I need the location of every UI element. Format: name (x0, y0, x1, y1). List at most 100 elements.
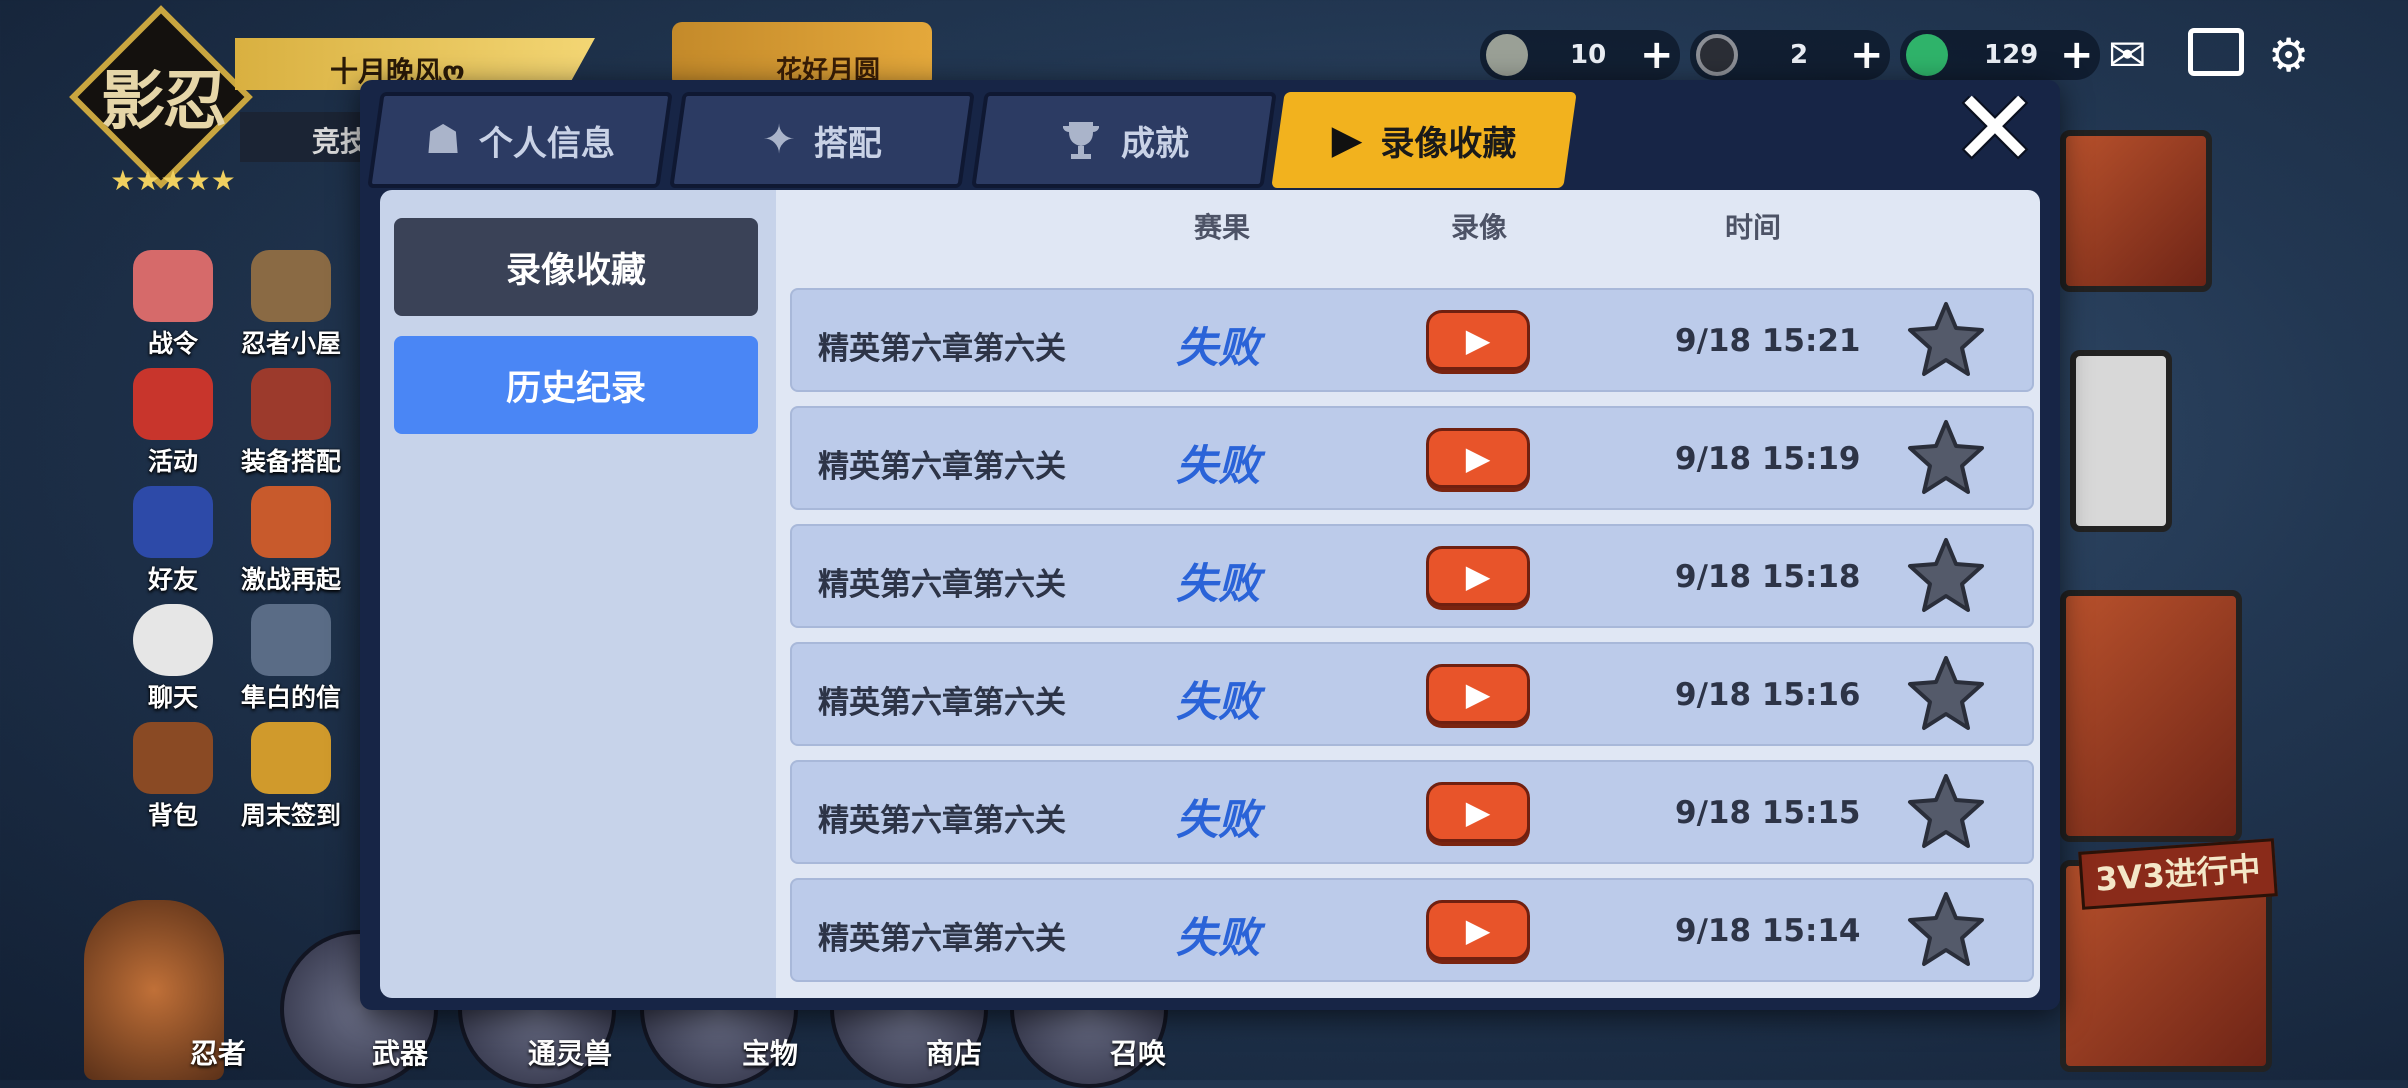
side-menu-friends[interactable]: 好友 (118, 486, 228, 596)
side-menu-label: 背包 (147, 801, 198, 830)
favorite-star-icon[interactable] (1904, 298, 1988, 382)
character-card[interactable] (2060, 130, 2212, 292)
stage-name: 精英第六章第六关 (818, 803, 1066, 839)
add-jade-button[interactable]: + (2060, 32, 2094, 78)
play-icon: ▶ (1465, 321, 1491, 359)
battle-pass-icon (133, 250, 213, 322)
backpack-icon (133, 722, 213, 794)
tab-loadout[interactable]: ✦ 搭配 (669, 92, 975, 188)
side-menu-label: 装备搭配 (240, 447, 341, 476)
play-replay-button[interactable]: ▶ (1426, 782, 1530, 842)
sidebar-item-history[interactable]: 历史纪录 (394, 336, 758, 434)
match-result: 失败 (1176, 559, 1261, 608)
match-time: 9/18 15:14 (1675, 913, 1861, 949)
resource-rice: 10 + (1480, 30, 1680, 80)
play-replay-button[interactable]: ▶ (1426, 546, 1530, 606)
temple-card[interactable] (2060, 590, 2242, 842)
favorite-star-icon[interactable] (1904, 534, 1988, 618)
close-button[interactable]: ✕ (1945, 76, 2045, 180)
favorite-star-icon[interactable] (1904, 652, 1988, 736)
profile-icon: ☗ (425, 117, 461, 163)
side-menu-ninja-house[interactable]: 忍者小屋 (236, 250, 346, 360)
sidebar-panel: 录像收藏 历史纪录 (380, 190, 776, 998)
tab-video-favorites[interactable]: ▶ 录像收藏 (1271, 92, 1577, 188)
bottom-nav-treasure[interactable]: 宝物 (742, 1032, 798, 1072)
column-header-result: 赛果 (1194, 211, 1251, 244)
side-menu-chat[interactable]: 聊天 (118, 604, 228, 714)
match-result: 失败 (1176, 441, 1261, 490)
bottom-nav-summon[interactable]: 召唤 (1110, 1032, 1166, 1072)
event-card[interactable] (2070, 350, 2172, 532)
play-replay-button[interactable]: ▶ (1426, 310, 1530, 370)
match-result: 失败 (1176, 913, 1261, 962)
logo-stars: ★★★★★ (110, 164, 236, 197)
trophy-icon (1063, 122, 1099, 159)
side-menu-battle-pass[interactable]: 战令 (118, 250, 228, 360)
tab-personal-info[interactable]: ☗ 个人信息 (367, 92, 673, 188)
side-menu-backpack[interactable]: 背包 (118, 722, 228, 832)
tab-label: 搭配 (813, 123, 882, 164)
settings-icon[interactable]: ⚙ (2268, 30, 2309, 80)
shop-icon[interactable] (2188, 28, 2244, 76)
side-menu-label: 活动 (147, 447, 198, 476)
play-replay-button[interactable]: ▶ (1426, 664, 1530, 724)
letter-icon (251, 604, 331, 676)
gift-icon (251, 722, 331, 794)
favorite-star-icon[interactable] (1904, 770, 1988, 854)
table-row: 精英第六章第六关 失败 ▶ 9/18 15:21 (790, 288, 2034, 392)
side-menu-label: 聊天 (147, 683, 198, 712)
rice-ball-icon (1486, 34, 1528, 76)
table-row: 精英第六章第六关 失败 ▶ 9/18 15:18 (790, 524, 2034, 628)
torii-icon (133, 368, 213, 440)
side-menu-rebattle[interactable]: 激战再起 (236, 486, 346, 596)
friends-icon (133, 486, 213, 558)
match-time: 9/18 15:16 (1675, 677, 1861, 713)
coin-icon (1696, 34, 1738, 76)
tab-label: 录像收藏 (1380, 123, 1517, 164)
play-icon: ▶ (1465, 793, 1491, 831)
table-row: 精英第六章第六关 失败 ▶ 9/18 15:16 (790, 642, 2034, 746)
mail-icon[interactable]: ✉ (2108, 30, 2147, 80)
side-menu-letter[interactable]: 隼白的信 (236, 604, 346, 714)
side-menu-events[interactable]: 活动 (118, 368, 228, 478)
play-icon: ▶ (1331, 117, 1363, 163)
game-logo: 影忍 ★★★★★ (69, 5, 253, 197)
sidebar-item-video-favorites[interactable]: 录像收藏 (394, 218, 758, 316)
stage-name: 精英第六章第六关 (818, 567, 1066, 603)
column-header-time: 时间 (1725, 211, 1782, 244)
favorite-star-icon[interactable] (1904, 888, 1988, 972)
side-menu-equipment[interactable]: 装备搭配 (236, 368, 346, 478)
bottom-nav-shop[interactable]: 商店 (926, 1032, 982, 1072)
bottom-nav-spirit-beast[interactable]: 通灵兽 (528, 1032, 612, 1072)
bottom-nav-ninja[interactable]: 忍者 (190, 1032, 246, 1072)
match-result: 失败 (1176, 323, 1261, 372)
match-time: 9/18 15:21 (1675, 323, 1861, 359)
logo-text: 影忍 (101, 64, 227, 139)
add-rice-button[interactable]: + (1640, 32, 1674, 78)
crossed-swords-icon (251, 486, 331, 558)
play-replay-button[interactable]: ▶ (1426, 900, 1530, 960)
side-menu-label: 隼白的信 (240, 683, 341, 712)
tab-label: 成就 (1121, 123, 1189, 164)
play-replay-button[interactable]: ▶ (1426, 428, 1530, 488)
resource-value: 129 (1984, 40, 2039, 70)
add-coin-button[interactable]: + (1850, 32, 1884, 78)
side-menu-weekend-checkin[interactable]: 周末签到 (236, 722, 346, 832)
stage-name: 精英第六章第六关 (818, 685, 1066, 721)
resource-value: 2 (1790, 40, 1809, 70)
profile-modal: ☗ 个人信息 ✦ 搭配 成就 ▶ 录像收藏 ✕ 录像收藏 历史纪录 赛果 录像 … (360, 76, 2060, 1010)
match-time: 9/18 15:15 (1675, 795, 1861, 831)
tab-achievements[interactable]: 成就 (971, 92, 1277, 188)
side-menu-label: 战令 (147, 329, 198, 358)
match-time: 9/18 15:18 (1675, 559, 1861, 595)
favorite-star-icon[interactable] (1904, 416, 1988, 500)
play-icon: ▶ (1465, 911, 1491, 949)
match-result: 失败 (1176, 677, 1261, 726)
bottom-nav-weapon[interactable]: 武器 (372, 1032, 428, 1072)
jade-icon (1906, 34, 1948, 76)
side-menu-label: 周末签到 (240, 801, 341, 830)
shuriken-icon: ✦ (762, 117, 796, 163)
table-row: 精英第六章第六关 失败 ▶ 9/18 15:15 (790, 760, 2034, 864)
match-result: 失败 (1176, 795, 1261, 844)
equipment-icon (251, 368, 331, 440)
